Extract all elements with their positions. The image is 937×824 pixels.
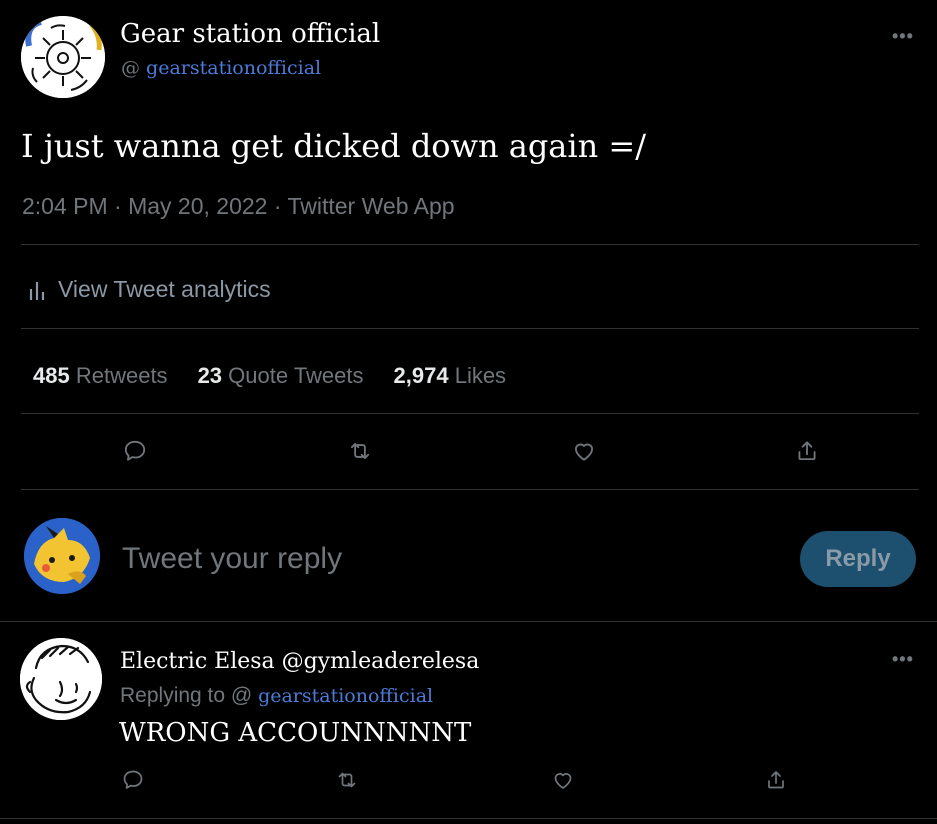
- reply-input[interactable]: Tweet your reply: [122, 542, 342, 576]
- reply-more-icon[interactable]: •••: [892, 649, 914, 670]
- like-button[interactable]: [566, 433, 602, 469]
- handle-at-sign: @: [121, 57, 140, 79]
- replying-to-handle[interactable]: gearstationofficial: [258, 685, 433, 707]
- divider: [0, 621, 937, 622]
- divider: [21, 244, 919, 245]
- share-icon: [798, 441, 816, 461]
- gear-avatar-icon: [21, 16, 105, 98]
- replying-to: Replying to @ gearstationofficial: [120, 684, 433, 708]
- comment-icon: [123, 770, 143, 789]
- pikachu-avatar-icon: [24, 518, 100, 594]
- comment-icon: [124, 440, 146, 461]
- tweet-stats: 485 Retweets 23 Quote Tweets 2,974 Likes: [33, 363, 506, 389]
- view-analytics-link[interactable]: View Tweet analytics: [28, 276, 271, 303]
- handle-text: gearstationofficial: [146, 57, 322, 79]
- comment-button[interactable]: [117, 433, 153, 469]
- divider: [21, 413, 919, 414]
- retweet-icon: [350, 443, 370, 459]
- reply-handle: @gymleaderelesa: [281, 649, 480, 674]
- retweets-count: 485: [33, 363, 70, 388]
- author-avatar[interactable]: [21, 16, 105, 98]
- tweet-meta: 2:04 PM · May 20, 2022 · Twitter Web App: [22, 193, 455, 219]
- divider: [21, 328, 919, 329]
- tweet-text: I just wanna get dicked down again =/: [21, 127, 646, 165]
- reply-retweet-button[interactable]: [329, 762, 365, 798]
- author-handle[interactable]: @ gearstationofficial: [121, 57, 321, 79]
- face-avatar-icon: [20, 638, 102, 720]
- reply-display-name: Electric Elesa: [120, 649, 275, 674]
- share-icon: [768, 771, 784, 789]
- author-display-name[interactable]: Gear station official: [120, 19, 380, 49]
- reply-author-avatar[interactable]: [20, 638, 102, 720]
- tweet-more-icon[interactable]: •••: [892, 26, 914, 47]
- quotes-count: 23: [197, 363, 223, 388]
- likes-stat[interactable]: 2,974 Likes: [394, 363, 507, 389]
- user-avatar[interactable]: [24, 518, 100, 594]
- quotes-label: Quote Tweets: [228, 363, 364, 388]
- reply-author[interactable]: Electric Elesa @gymleaderelesa: [120, 649, 479, 674]
- reply-comment-button[interactable]: [115, 762, 151, 798]
- retweets-label: Retweets: [75, 363, 168, 388]
- like-icon: [574, 443, 594, 461]
- analytics-label: View Tweet analytics: [58, 276, 271, 302]
- like-icon: [554, 773, 572, 789]
- replying-to-label: Replying to @: [120, 684, 253, 707]
- likes-label: Likes: [454, 363, 507, 388]
- reply-button[interactable]: Reply: [800, 531, 916, 587]
- reply-text: WRONG ACCOUNNNNNT: [119, 718, 472, 748]
- analytics-icon: [28, 279, 46, 301]
- retweet-button[interactable]: [342, 433, 378, 469]
- share-button[interactable]: [789, 433, 825, 469]
- divider: [21, 489, 919, 490]
- reply-share-button[interactable]: [758, 762, 794, 798]
- divider: [0, 818, 937, 819]
- reply-like-button[interactable]: [545, 762, 581, 798]
- retweets-stat[interactable]: 485 Retweets: [33, 363, 168, 389]
- quote-tweets-stat[interactable]: 23 Quote Tweets: [198, 363, 364, 389]
- likes-count: 2,974: [393, 363, 449, 388]
- retweet-icon: [338, 772, 356, 788]
